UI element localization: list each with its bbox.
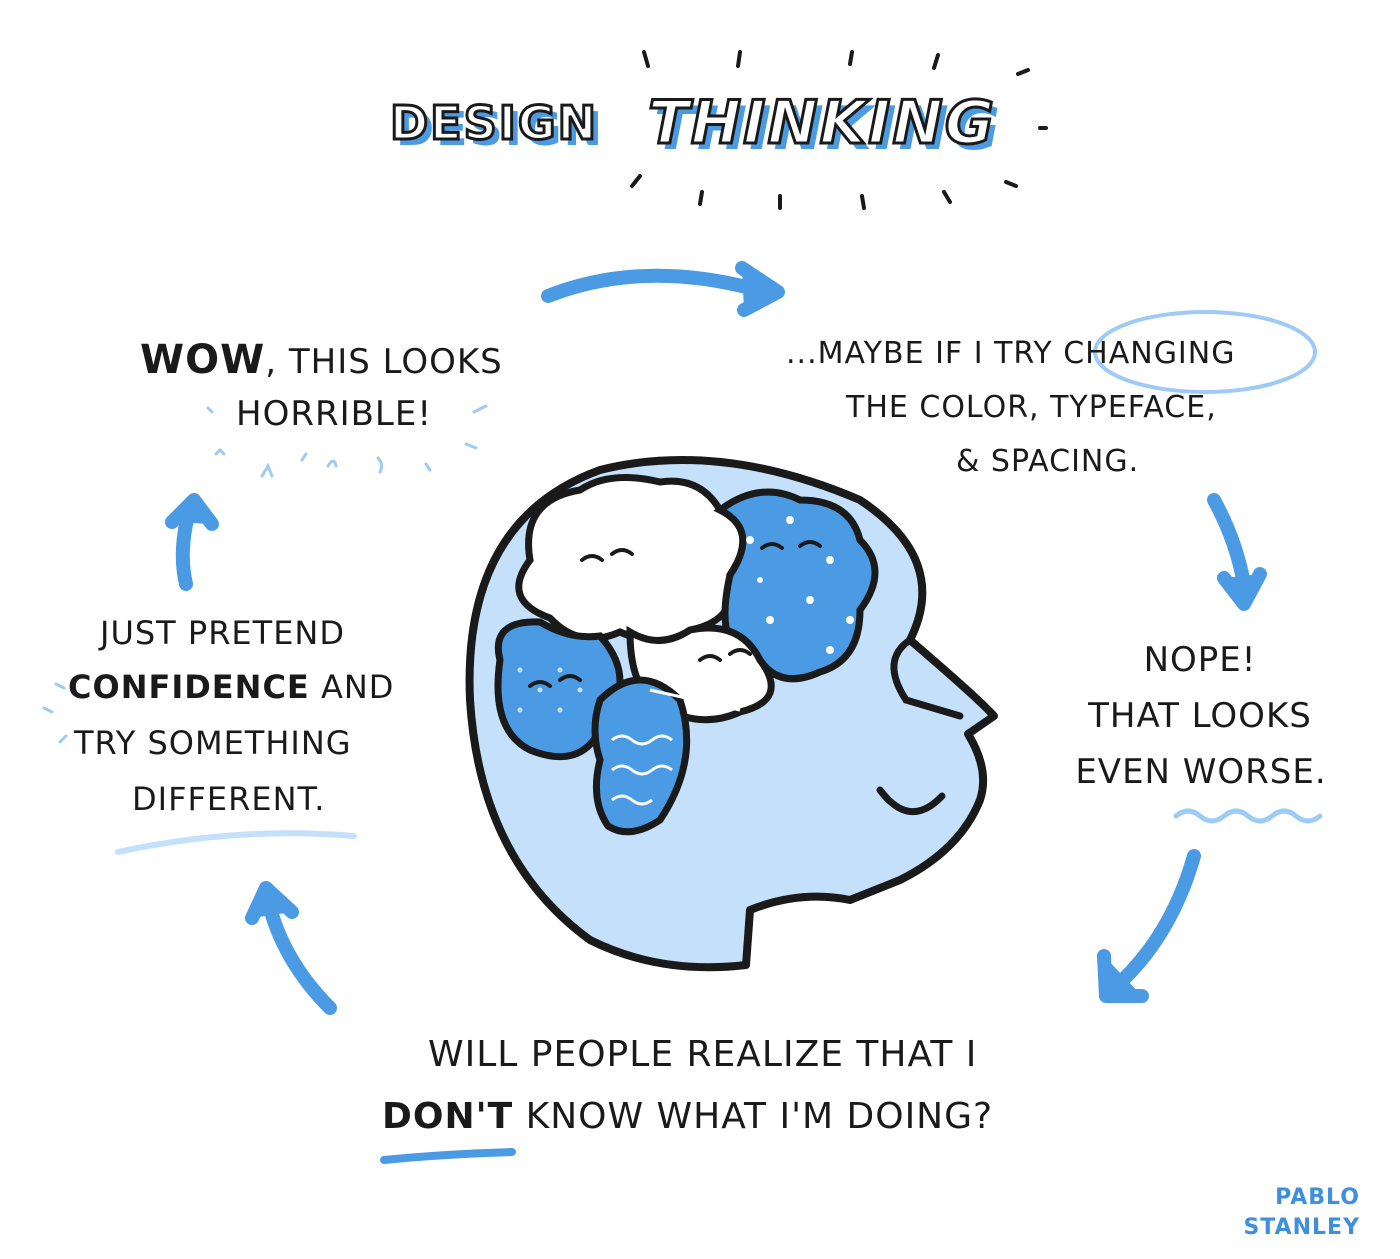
step-maybe-line1-pre: ...MAYBE IF I TRY [786, 336, 1064, 371]
step-pretend-line2-rest: AND [309, 668, 395, 706]
step-pretend-line4: DIFFERENT. [132, 780, 326, 818]
step-maybe-circled: CHANGING [1063, 336, 1236, 371]
dont-underline-icon [380, 1148, 516, 1164]
step-nope-line1: NOPE! [1143, 640, 1257, 680]
step-wow-line1: , THIS LOOKS [265, 342, 503, 382]
step-will-line2-rest: KNOW WHAT I'M DOING? [513, 1096, 994, 1137]
step-wow: WOW, THIS LOOKS [140, 334, 503, 388]
step-wow-line2: HORRIBLE! [236, 394, 432, 434]
signature: PABLO STANLEY [1243, 1183, 1360, 1243]
step-maybe-line2: THE COLOR, TYPEFACE, [846, 390, 1217, 425]
step-pretend-line2: CONFIDENCE AND [68, 668, 394, 706]
signature-line1: PABLO [1275, 1185, 1360, 1210]
step-maybe-line3: & SPACING. [956, 444, 1140, 479]
step-will-emphasis: DON'T [382, 1096, 514, 1137]
step-nope-line2: THAT LOOKS [1088, 696, 1312, 736]
step-pretend-emphasis: CONFIDENCE [68, 668, 310, 706]
head-with-brain-illustration [465, 456, 998, 972]
step-pretend-line1: JUST PRETEND [100, 614, 345, 652]
title-design: DESIGN [388, 95, 599, 152]
step-will-line2: DON'T KNOW WHAT I'M DOING? [382, 1096, 993, 1137]
step-maybe-line1: ...MAYBE IF I TRY CHANGING [786, 336, 1235, 371]
step-will-line1: WILL PEOPLE REALIZE THAT I [428, 1034, 978, 1075]
step-pretend-line3: TRY SOMETHING [74, 724, 352, 762]
illustration: DESIGN THINKING WOW, THIS LOOKS HORRIBLE… [0, 0, 1400, 1259]
signature-line2: STANLEY [1243, 1215, 1360, 1240]
step-wow-emphasis: WOW [140, 337, 266, 383]
step-nope-line3: EVEN WORSE. [1075, 752, 1327, 792]
title-thinking: THINKING [647, 87, 996, 160]
